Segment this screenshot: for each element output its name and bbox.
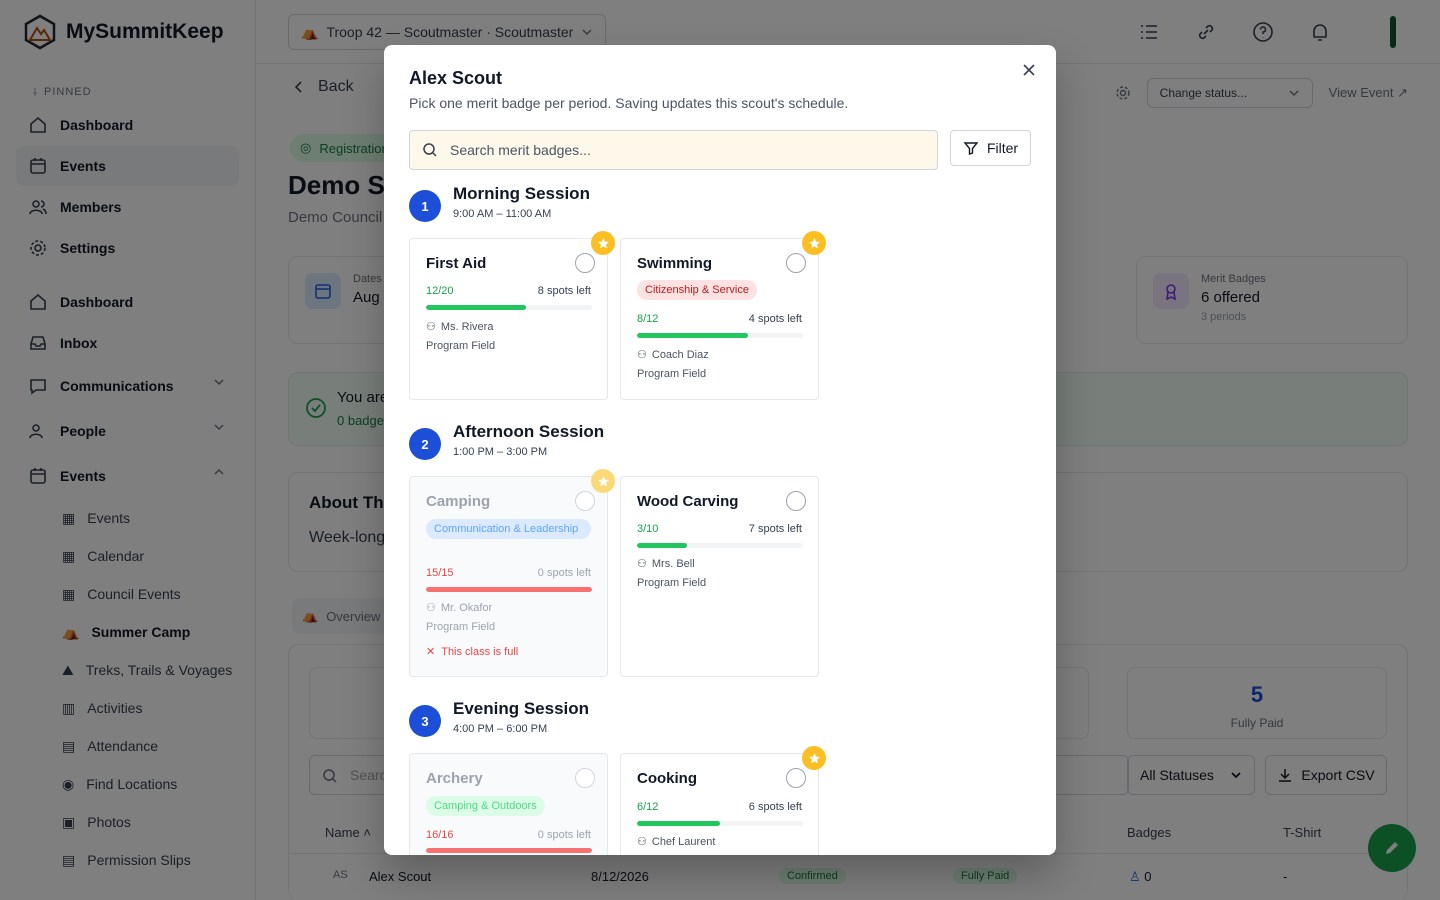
- location: Program Field: [637, 577, 707, 589]
- badge-name: Camping: [426, 493, 491, 510]
- spots-left: 4 spots left: [748, 313, 802, 325]
- enrollment-count: 8/12: [637, 313, 659, 325]
- capacity-bar: [426, 587, 592, 592]
- capacity-bar: [426, 305, 592, 310]
- spots-left: 8 spots left: [537, 285, 591, 297]
- star-icon: [591, 231, 615, 255]
- badge-name: Swimming: [637, 255, 713, 272]
- badge-search-input[interactable]: [450, 142, 890, 158]
- badge-card-cooking[interactable]: Cooking 6/12 6 spots left ⚇ Chef Laurent: [620, 746, 826, 855]
- enrollment-count: 16/16: [426, 829, 454, 841]
- session-number: 3: [409, 705, 441, 737]
- instructor: ⚇ Mrs. Bell: [637, 557, 695, 571]
- session-name: Morning Session: [453, 184, 590, 203]
- badge-radio[interactable]: [786, 768, 806, 788]
- badge-card-camping[interactable]: Camping Communication & Leadership 15/15…: [409, 469, 615, 677]
- close-button[interactable]: [1020, 61, 1038, 79]
- enrollment-count: 3/10: [637, 523, 659, 535]
- users-icon: ⚇: [426, 602, 436, 614]
- badge-card-wood-carving[interactable]: Wood Carving 3/10 7 spots left ⚇ Mrs. Bel…: [620, 476, 819, 677]
- users-icon: ⚇: [637, 558, 647, 570]
- location: Program Field: [426, 340, 496, 352]
- filter-icon: [963, 142, 979, 155]
- star-icon: [591, 469, 615, 493]
- enrollment-count: 12/20: [426, 285, 454, 297]
- badge-search: [409, 130, 938, 170]
- enrollment-count: 15/15: [426, 567, 454, 579]
- search-icon: [423, 143, 437, 157]
- capacity-bar: [426, 848, 592, 853]
- category-tag: Camping & Outdoors: [426, 796, 545, 816]
- instructor: ⚇ Coach Diaz: [637, 348, 709, 362]
- enrollment-count: 6/12: [637, 801, 659, 813]
- session-time: 9:00 AM – 11:00 AM: [453, 208, 552, 220]
- session-name: Afternoon Session: [453, 422, 605, 441]
- session-number: 2: [409, 428, 441, 460]
- star-icon: [802, 746, 826, 770]
- spots-left: 6 spots left: [748, 801, 802, 813]
- badge-name: Cooking: [637, 770, 697, 787]
- badge-card-first-aid[interactable]: First Aid 12/20 8 spots left ⚇ Ms. Rivera…: [409, 231, 615, 400]
- badge-name: Archery: [426, 770, 483, 787]
- badge-card-swimming[interactable]: Swimming Citizenship & Service 8/12 4 sp…: [620, 231, 826, 400]
- instructor: ⚇ Ms. Rivera: [426, 320, 494, 334]
- capacity-bar: [637, 333, 803, 338]
- users-icon: ⚇: [426, 321, 436, 333]
- close-icon: [1023, 64, 1035, 76]
- session-time: 4:00 PM – 6:00 PM: [453, 723, 548, 735]
- modal-subtitle: Pick one merit badge per period. Saving …: [409, 95, 849, 111]
- spots-left: 0 spots left: [537, 829, 591, 841]
- category-tag: Communication & Leadership: [426, 519, 591, 539]
- session-time: 1:00 PM – 3:00 PM: [453, 446, 548, 458]
- spots-left: 7 spots left: [748, 523, 802, 535]
- location: Program Field: [426, 621, 496, 633]
- spots-left: 0 spots left: [537, 567, 591, 579]
- badge-radio[interactable]: [786, 491, 806, 511]
- badge-radio[interactable]: [575, 491, 595, 511]
- category-tag: Citizenship & Service: [637, 280, 757, 300]
- modal-title: Alex Scout: [409, 68, 503, 88]
- session-name: Evening Session: [453, 699, 590, 718]
- badge-picker-modal: Alex Scout Pick one merit badge per peri…: [384, 45, 1056, 855]
- badge-card-archery[interactable]: Archery Camping & Outdoors 16/16 0 spots…: [409, 753, 608, 855]
- badge-name: First Aid: [426, 255, 487, 272]
- instructor: ⚇ Chef Laurent: [637, 835, 716, 849]
- badge-radio[interactable]: [575, 768, 595, 788]
- capacity-bar: [637, 543, 803, 548]
- class-full-warning: ✕ This class is full: [426, 645, 519, 659]
- filter-button[interactable]: Filter: [950, 130, 1031, 166]
- capacity-bar: [637, 821, 803, 826]
- badge-radio[interactable]: [786, 253, 806, 273]
- users-icon: ⚇: [637, 836, 647, 848]
- filter-label: Filter: [986, 140, 1019, 156]
- session-number: 1: [409, 190, 441, 222]
- x-icon: ✕: [426, 646, 436, 658]
- star-icon: [802, 231, 826, 255]
- badge-name: Wood Carving: [637, 493, 739, 510]
- users-icon: ⚇: [637, 349, 647, 361]
- location: Program Field: [637, 368, 707, 380]
- instructor: ⚇ Mr. Okafor: [426, 601, 493, 615]
- badge-radio[interactable]: [575, 253, 595, 273]
